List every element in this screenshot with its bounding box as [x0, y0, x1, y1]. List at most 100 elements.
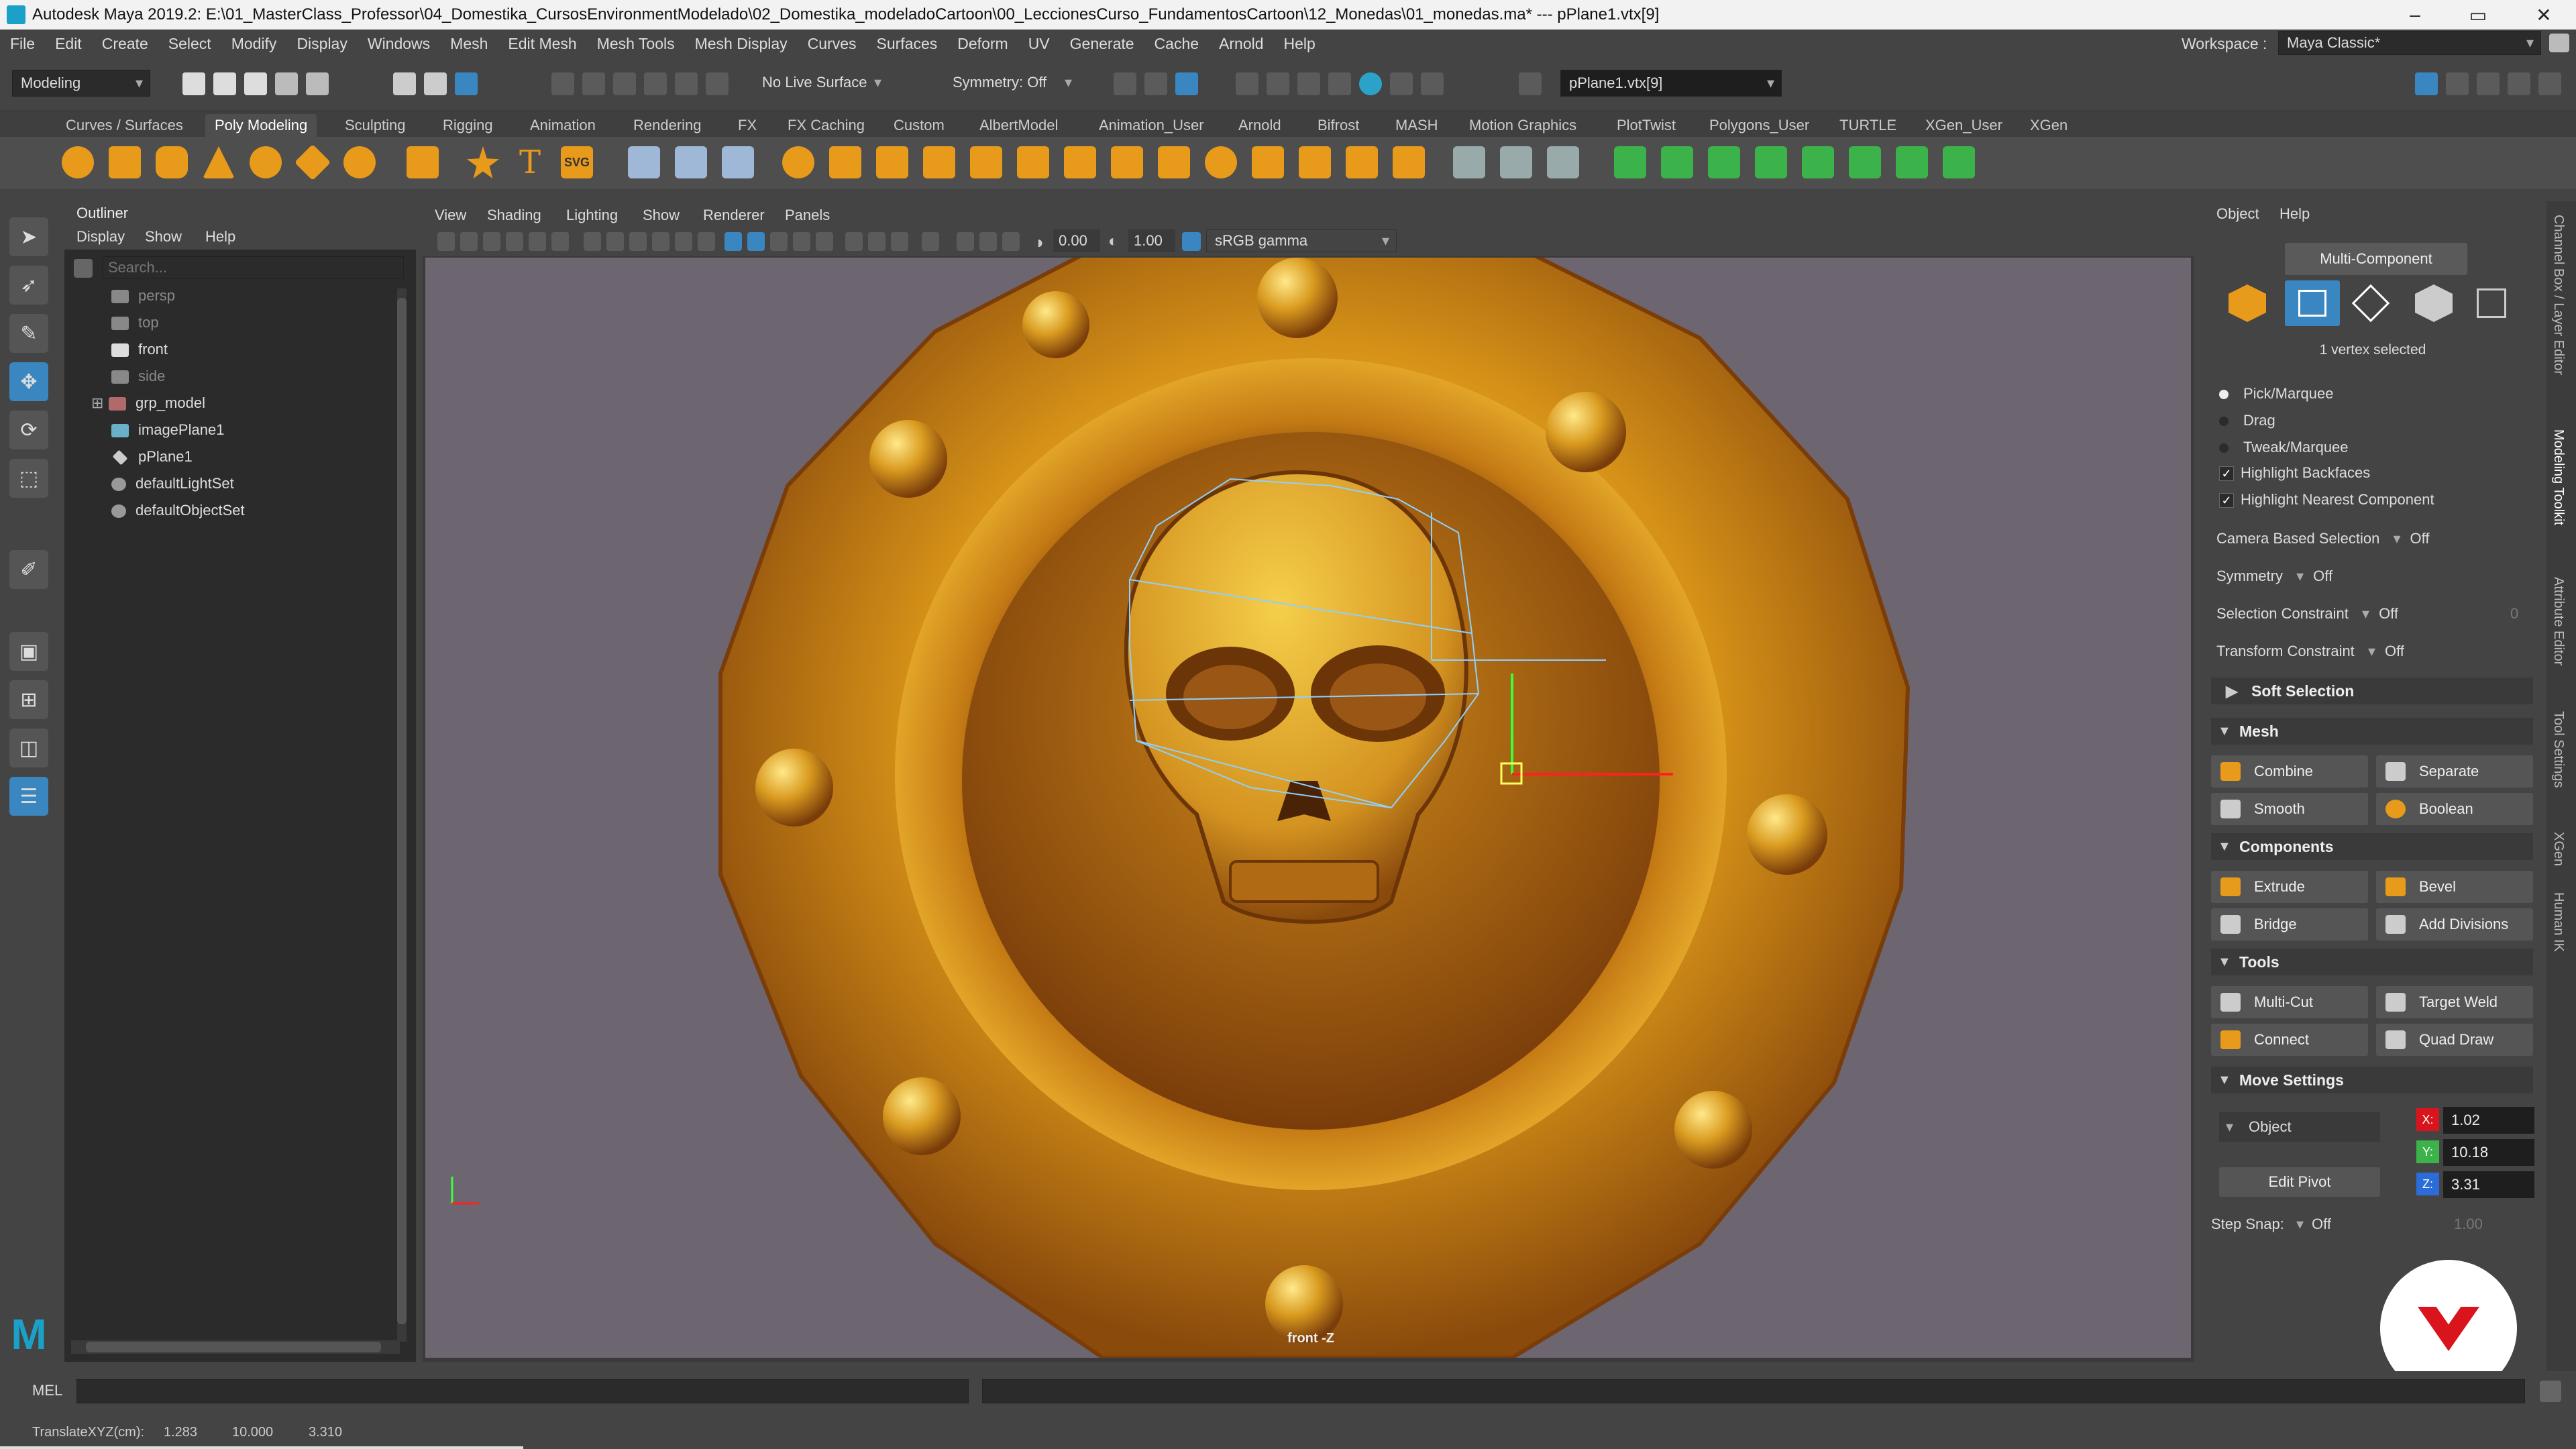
- input-field-toggle-icon[interactable]: [1519, 72, 1542, 95]
- connect-button[interactable]: Connect: [2211, 1024, 2368, 1056]
- shelf-tab-custom[interactable]: Custom: [884, 114, 954, 137]
- shelf-tab-animation[interactable]: Animation: [521, 114, 605, 137]
- xray-joints-icon[interactable]: [979, 232, 997, 251]
- select-tool-icon[interactable]: ➤: [9, 217, 48, 256]
- viewport-menu-show[interactable]: Show: [643, 207, 680, 224]
- outliner-menu-show[interactable]: Show: [145, 228, 182, 246]
- outliner-item-front[interactable]: front: [111, 337, 168, 362]
- step-snap-amount-field[interactable]: 1.00: [2454, 1216, 2483, 1233]
- scatter-icon[interactable]: [722, 146, 754, 178]
- edge-loop-shelf-icon[interactable]: [1500, 146, 1532, 178]
- uv-cylindrical-icon[interactable]: [1661, 146, 1693, 178]
- poly-disc-icon[interactable]: [343, 146, 376, 178]
- multi-cut-shelf-icon[interactable]: [1453, 146, 1485, 178]
- shelf-tab-xgen-user[interactable]: XGen_User: [1916, 114, 2012, 137]
- move-z-field[interactable]: 3.31: [2443, 1171, 2534, 1198]
- poly-sphere-icon[interactable]: [62, 146, 94, 178]
- shelf-tab-fx[interactable]: FX: [729, 114, 766, 137]
- new-scene-icon[interactable]: [182, 72, 205, 95]
- open-scene-icon[interactable]: [213, 72, 236, 95]
- outliner-layout-icon[interactable]: ☰: [9, 777, 48, 816]
- multi-cut-button[interactable]: Multi-Cut: [2211, 986, 2368, 1018]
- motion-blur-icon[interactable]: [891, 232, 908, 251]
- default-material-icon[interactable]: [770, 232, 788, 251]
- history-list-icon[interactable]: [1144, 72, 1167, 95]
- camera-based-selection-row[interactable]: Camera Based Selection ▾ Off: [2216, 530, 2429, 547]
- shelf-tab-turtle[interactable]: TURTLE: [1830, 114, 1906, 137]
- mirror-shelf-icon[interactable]: [876, 146, 908, 178]
- shelf-tab-xgen[interactable]: XGen: [2021, 114, 2077, 137]
- platonic-solid-icon[interactable]: [407, 146, 439, 178]
- viewport-scene[interactable]: front -Z: [425, 258, 2191, 1358]
- lock-icon[interactable]: [2549, 34, 2569, 52]
- uv-planar-icon[interactable]: [1614, 146, 1646, 178]
- grease-pencil-icon[interactable]: [551, 232, 569, 251]
- pause-icon[interactable]: [1421, 72, 1444, 95]
- view-transform-dropdown[interactable]: sRGB gamma: [1206, 229, 1397, 252]
- menu-edit[interactable]: Edit: [45, 35, 92, 53]
- tab-xgen[interactable]: XGen: [2551, 832, 2566, 866]
- menu-cache[interactable]: Cache: [1144, 35, 1209, 53]
- selection-constraint-row[interactable]: Selection Constraint ▾ Off: [2216, 605, 2398, 623]
- redo-icon[interactable]: [306, 72, 329, 95]
- symmetry-field[interactable]: Symmetry: Off: [945, 70, 1079, 97]
- outliner-item-pplane1[interactable]: pPlane1: [111, 444, 193, 470]
- toolkit-menu-help[interactable]: Help: [2279, 205, 2310, 223]
- gamma-field[interactable]: 1.00: [1128, 229, 1175, 252]
- bookmark-icon[interactable]: [483, 232, 500, 251]
- safe-action-icon[interactable]: [698, 232, 715, 251]
- remesh-shelf-icon[interactable]: [1017, 146, 1049, 178]
- components-section-header[interactable]: Components: [2211, 833, 2533, 860]
- xray-icon[interactable]: [957, 232, 974, 251]
- poly-cube-icon[interactable]: [109, 146, 141, 178]
- wireframe-on-shaded-icon[interactable]: [724, 232, 742, 251]
- outliner-toggle-icon[interactable]: [2538, 72, 2561, 95]
- smooth-shade-icon[interactable]: [747, 232, 765, 251]
- arnold-render-icon[interactable]: [1359, 72, 1382, 95]
- soft-selection-section[interactable]: ▶ Soft Selection: [2211, 678, 2533, 704]
- shelf-tab-rendering[interactable]: Rendering: [624, 114, 711, 137]
- snap-surface-icon[interactable]: [675, 72, 698, 95]
- grid-toggle-icon[interactable]: [584, 232, 601, 251]
- multi-component-button[interactable]: Multi-Component: [2285, 243, 2467, 275]
- step-snap-row[interactable]: Step Snap: ▾ Off: [2211, 1216, 2331, 1233]
- menu-curves[interactable]: Curves: [798, 35, 867, 53]
- ambient-occlusion-icon[interactable]: [868, 232, 885, 251]
- outliner-item-side[interactable]: side: [111, 364, 165, 389]
- camera-attributes-icon[interactable]: [460, 232, 478, 251]
- shelf-tab-rigging[interactable]: Rigging: [433, 114, 502, 137]
- highlight-nearest-checkbox[interactable]: ✓ Highlight Nearest Component: [2219, 491, 2434, 508]
- viewport-menu-renderer[interactable]: Renderer: [703, 207, 765, 224]
- snap-point-icon[interactable]: [613, 72, 636, 95]
- ipr-render-icon[interactable]: [1297, 72, 1320, 95]
- retopo-shelf-icon[interactable]: [1064, 146, 1096, 178]
- outliner-filter-icon[interactable]: [74, 259, 93, 278]
- target-weld-button[interactable]: Target Weld: [2376, 986, 2533, 1018]
- move-x-field[interactable]: 1.02: [2443, 1107, 2534, 1134]
- viewport-menu-lighting[interactable]: Lighting: [566, 207, 618, 224]
- edit-pivot-button[interactable]: Edit Pivot: [2219, 1167, 2380, 1197]
- use-lights-icon[interactable]: [816, 232, 833, 251]
- command-language-label[interactable]: MEL: [32, 1382, 62, 1399]
- uv-mode-icon[interactable]: [2477, 288, 2506, 318]
- command-input[interactable]: [76, 1379, 969, 1403]
- history-icon[interactable]: [1114, 72, 1136, 95]
- super-shape-icon[interactable]: [467, 146, 499, 178]
- transform-constraint-row[interactable]: Transform Constraint ▾ Off: [2216, 643, 2404, 660]
- viewport-menu-view[interactable]: View: [435, 207, 466, 224]
- exposure-field[interactable]: 0.00: [1053, 229, 1100, 252]
- construction-history-icon[interactable]: [1175, 72, 1198, 95]
- 2d-pan-zoom-icon[interactable]: [529, 232, 546, 251]
- quad-draw-button[interactable]: Quad Draw: [2376, 1024, 2533, 1056]
- channel-box-toggle-icon[interactable]: [2477, 72, 2500, 95]
- close-button[interactable]: ✕: [2517, 0, 2571, 30]
- workspace-dropdown[interactable]: Maya Classic*: [2278, 31, 2541, 55]
- shelf-tab-fx-caching[interactable]: FX Caching: [778, 114, 874, 137]
- bevel-shelf-icon[interactable]: [1205, 146, 1237, 178]
- boolean-button[interactable]: Boolean: [2376, 793, 2533, 825]
- film-gate-icon[interactable]: [606, 232, 624, 251]
- lasso-tool-icon[interactable]: ➶: [9, 266, 48, 305]
- render-frame-icon[interactable]: [1267, 72, 1289, 95]
- pick-marquee-radio[interactable]: Pick/Marquee: [2219, 385, 2334, 402]
- menu-modify[interactable]: Modify: [221, 35, 287, 53]
